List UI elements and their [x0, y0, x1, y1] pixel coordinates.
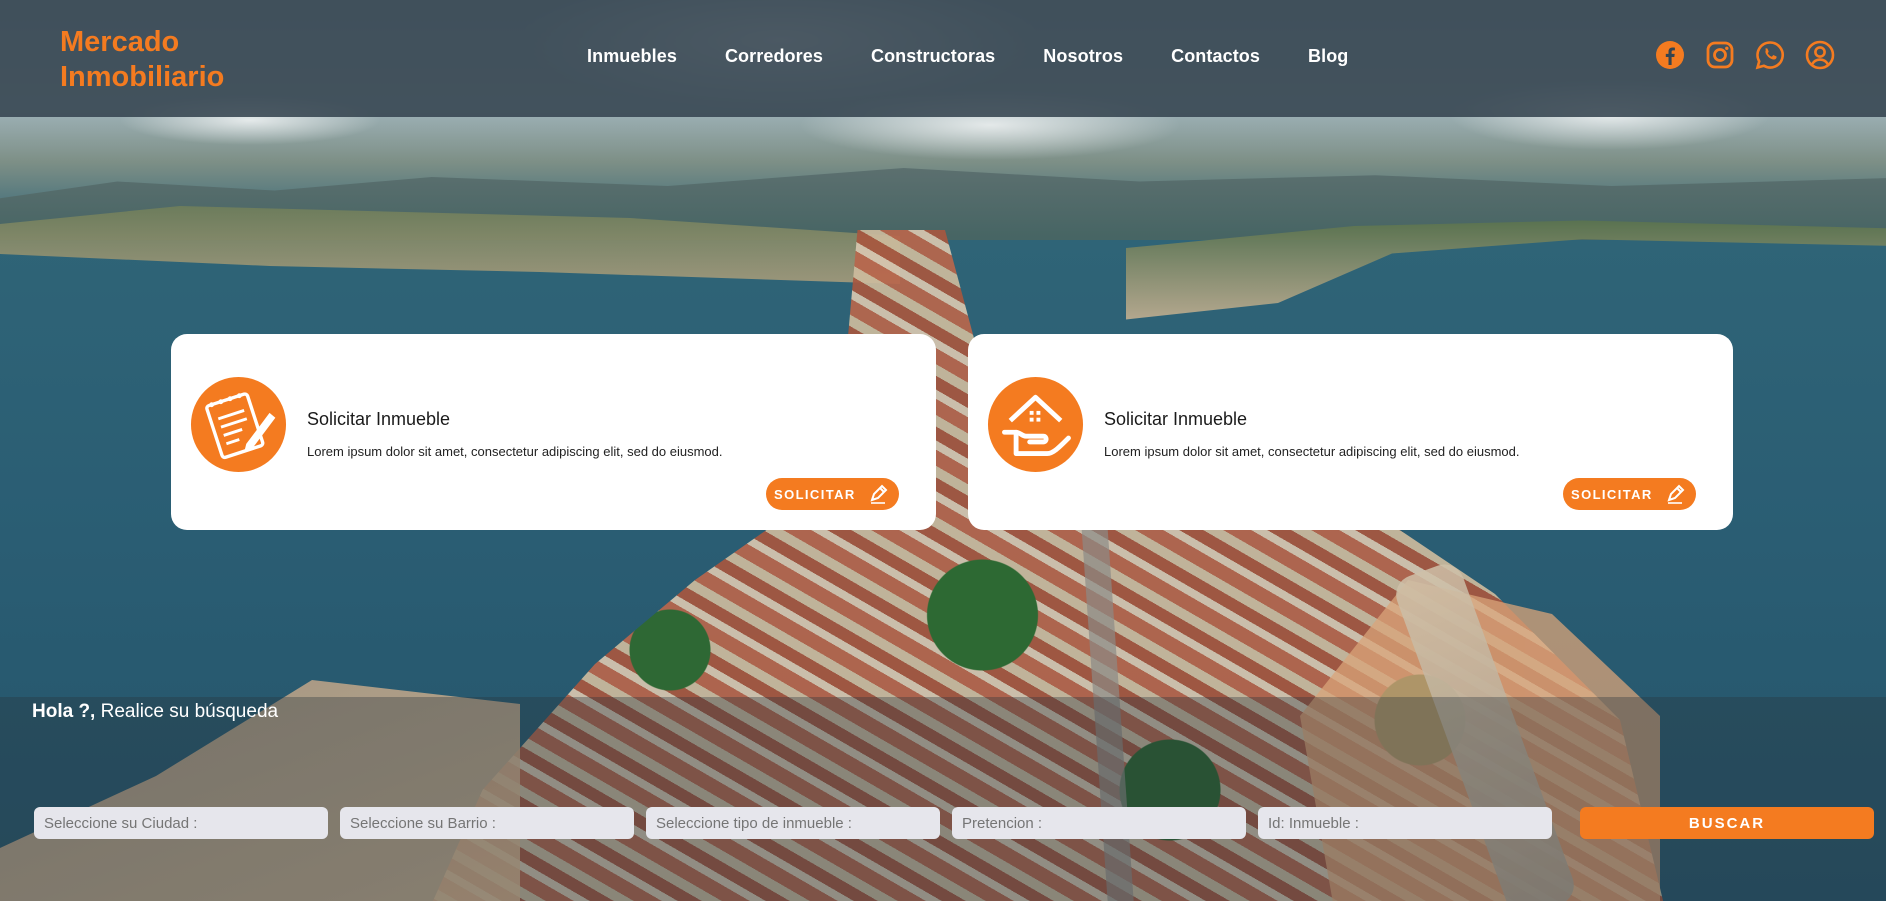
solicitar-button-label: SOLICITAR	[774, 486, 856, 502]
search-button[interactable]: BUSCAR	[1580, 807, 1874, 839]
brand-line-1: Mercado	[60, 26, 180, 58]
search-panel	[0, 697, 1886, 901]
request-property-card-2: Solicitar Inmueble Lorem ipsum dolor sit…	[968, 334, 1733, 530]
request-property-card-1: Solicitar Inmueble Lorem ipsum dolor sit…	[171, 334, 936, 530]
pen-icon	[870, 484, 888, 504]
brand-line-2: Inmobiliario	[60, 61, 225, 93]
notepad-pencil-icon	[190, 376, 287, 473]
nav-item-nosotros[interactable]: Nosotros	[1043, 46, 1123, 67]
property-type-select[interactable]	[646, 807, 940, 839]
nav-item-inmuebles[interactable]: Inmuebles	[587, 46, 677, 67]
nav-item-contactos[interactable]: Contactos	[1171, 46, 1260, 67]
instagram-icon[interactable]	[1705, 40, 1735, 70]
site-header: Mercado Inmobiliario Inmuebles Corredore…	[0, 0, 1886, 117]
intention-select[interactable]	[952, 807, 1246, 839]
whatsapp-icon[interactable]	[1755, 40, 1785, 70]
neighborhood-select[interactable]	[340, 807, 634, 839]
greeting-name: Hola ?,	[32, 701, 96, 722]
solicitar-button[interactable]: SOLICITAR	[766, 478, 899, 510]
card-title: Solicitar Inmueble	[307, 409, 451, 429]
user-account-icon[interactable]	[1805, 40, 1835, 70]
greeting-text: Realice su búsqueda	[95, 701, 279, 722]
solicitar-button[interactable]: SOLICITAR	[1563, 478, 1696, 510]
card-description: Lorem ipsum dolor sit amet, consectetur …	[307, 444, 723, 459]
pen-icon	[1667, 484, 1685, 504]
search-greeting: Hola ?, Realice su búsqueda	[32, 701, 278, 723]
nav-item-constructoras[interactable]: Constructoras	[871, 46, 995, 67]
social-links	[1655, 40, 1835, 70]
solicitar-button-label: SOLICITAR	[1571, 486, 1653, 502]
card-title: Solicitar Inmueble	[1104, 409, 1248, 429]
house-in-hand-icon	[987, 376, 1084, 473]
city-select[interactable]	[34, 807, 328, 839]
main-nav: Inmuebles Corredores Constructoras Nosot…	[587, 46, 1396, 67]
card-description: Lorem ipsum dolor sit amet, consectetur …	[1104, 444, 1520, 459]
nav-item-blog[interactable]: Blog	[1308, 46, 1348, 67]
property-id-input[interactable]	[1258, 807, 1552, 839]
facebook-icon[interactable]	[1655, 40, 1685, 70]
brand-logo[interactable]: Mercado Inmobiliario	[60, 25, 224, 95]
nav-item-corredores[interactable]: Corredores	[725, 46, 823, 67]
